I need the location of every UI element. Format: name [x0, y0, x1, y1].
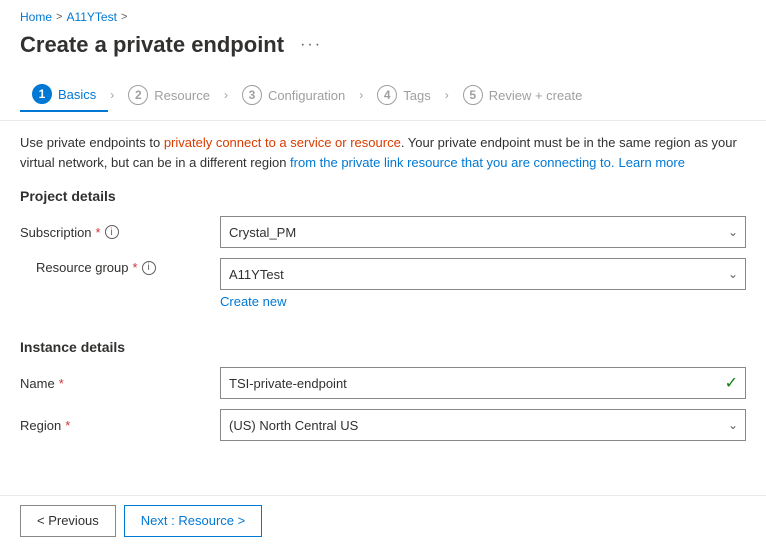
learn-more-link[interactable]: Learn more [618, 155, 684, 170]
breadcrumb: Home > A11YTest > [0, 0, 766, 28]
subscription-label: Subscription * i [20, 225, 220, 240]
step-sep-4: › [443, 88, 451, 102]
subscription-required: * [96, 225, 101, 240]
step-review[interactable]: 5 Review + create [451, 79, 595, 111]
step-sep-3: › [357, 88, 365, 102]
subscription-control: Crystal_PM ⌄ [220, 216, 746, 248]
region-control: (US) North Central US ⌄ [220, 409, 746, 441]
region-required: * [65, 418, 70, 433]
step-1-circle: 1 [32, 84, 52, 104]
resource-group-info-icon[interactable]: i [142, 261, 156, 275]
name-row: Name * ✓ [20, 367, 746, 399]
resource-group-label: Resource group [36, 260, 129, 275]
name-valid-icon: ✓ [725, 373, 738, 393]
info-part1: Use private endpoints to [20, 135, 164, 150]
breadcrumb-sep2: > [121, 11, 127, 23]
resource-group-dropdown[interactable]: A11YTest [220, 258, 746, 290]
step-configuration[interactable]: 3 Configuration [230, 79, 357, 111]
step-sep-2: › [222, 88, 230, 102]
step-3-label: Configuration [268, 88, 345, 103]
region-label: Region * [20, 418, 220, 433]
info-text: Use private endpoints to privately conne… [20, 133, 746, 172]
step-resource[interactable]: 2 Resource [116, 79, 222, 111]
name-label: Name * [20, 376, 220, 391]
wizard-steps: 1 Basics › 2 Resource › 3 Configuration … [0, 70, 766, 121]
step-1-label: Basics [58, 87, 96, 102]
page-title: Create a private endpoint [20, 32, 284, 58]
info-highlight1: privately connect to a service or resour… [164, 135, 401, 150]
region-row: Region * (US) North Central US ⌄ [20, 409, 746, 441]
name-required: * [59, 376, 64, 391]
breadcrumb-sep1: > [56, 11, 62, 23]
resource-group-row: Resource group * i A11YTest ⌄ Create new [20, 258, 746, 309]
step-5-label: Review + create [489, 88, 583, 103]
next-button[interactable]: Next : Resource > [124, 505, 262, 537]
resource-group-label-col: Resource group * i [20, 258, 220, 275]
step-tags[interactable]: 4 Tags [365, 79, 442, 111]
step-basics[interactable]: 1 Basics [20, 78, 108, 112]
info-highlight2: from the private link resource that you … [290, 155, 614, 170]
ellipsis-menu-button[interactable]: ··· [294, 34, 328, 56]
step-2-label: Resource [154, 88, 210, 103]
subscription-dropdown[interactable]: Crystal_PM [220, 216, 746, 248]
step-4-circle: 4 [377, 85, 397, 105]
step-sep-1: › [108, 88, 116, 102]
previous-button[interactable]: < Previous [20, 505, 116, 537]
instance-details-title: Instance details [20, 339, 746, 355]
subscription-info-icon[interactable]: i [105, 225, 119, 239]
name-input[interactable] [220, 367, 746, 399]
step-5-circle: 5 [463, 85, 483, 105]
create-new-link[interactable]: Create new [220, 294, 746, 309]
resource-group-required: * [133, 260, 138, 275]
footer-bar: < Previous Next : Resource > [0, 495, 766, 545]
region-dropdown[interactable]: (US) North Central US [220, 409, 746, 441]
breadcrumb-test[interactable]: A11YTest [66, 10, 116, 24]
name-control: ✓ [220, 367, 746, 399]
step-2-circle: 2 [128, 85, 148, 105]
step-3-circle: 3 [242, 85, 262, 105]
breadcrumb-home[interactable]: Home [20, 10, 52, 24]
step-4-label: Tags [403, 88, 430, 103]
resource-group-control: A11YTest ⌄ Create new [220, 258, 746, 309]
instance-details-section: Instance details Name * ✓ Region * (US) … [0, 327, 766, 441]
project-details-section: Project details Subscription * i Crystal… [0, 188, 766, 327]
subscription-row: Subscription * i Crystal_PM ⌄ [20, 216, 746, 248]
project-details-title: Project details [20, 188, 746, 204]
